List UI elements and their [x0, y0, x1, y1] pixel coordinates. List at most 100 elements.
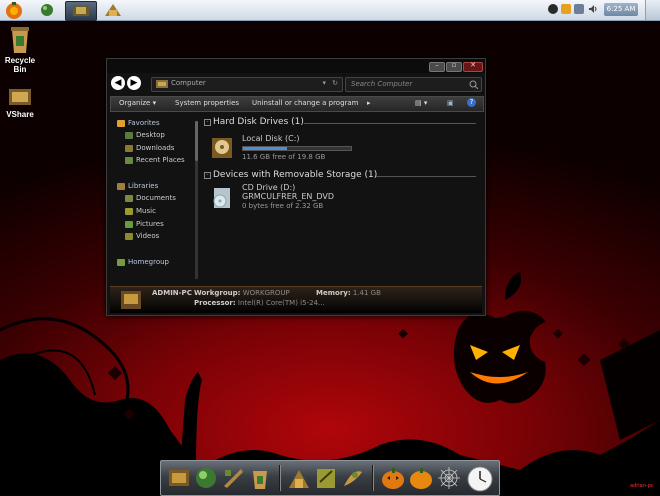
- cd-drive-icon: [213, 188, 230, 208]
- tray-notification-icon[interactable]: [561, 4, 571, 14]
- nav-favorites[interactable]: Favorites: [117, 119, 160, 130]
- computer-name: ADMIN-PC: [152, 289, 192, 297]
- back-button[interactable]: ◀: [111, 76, 125, 90]
- pictures-icon: [125, 220, 133, 228]
- dock-spiderweb-icon[interactable]: [437, 466, 461, 490]
- nav-item-downloads[interactable]: Downloads: [125, 144, 174, 155]
- help-icon[interactable]: ?: [467, 98, 476, 107]
- address-text: Computer: [171, 79, 206, 87]
- dock-paint-icon[interactable]: [341, 466, 365, 490]
- documents-icon: [125, 194, 133, 202]
- dock-recycle-bin-icon[interactable]: [248, 466, 272, 490]
- dock: [160, 460, 500, 496]
- search-icon[interactable]: [469, 80, 478, 89]
- watermark-text: adrian-pc: [630, 483, 654, 489]
- close-button[interactable]: ✕: [463, 61, 483, 72]
- drive-volume-label: GRMCULFRER_EN_DVD: [242, 192, 335, 201]
- workgroup-info: Workgroup: WORKGROUP: [194, 289, 290, 297]
- processor-info: Processor: Intel(R) Core(TM) i5-24...: [194, 299, 325, 307]
- search-placeholder: Search Computer: [351, 80, 413, 88]
- refresh-icon[interactable]: ↻: [332, 79, 338, 87]
- address-bar[interactable]: Computer ▾ ↻: [151, 77, 343, 92]
- nav-item-documents[interactable]: Documents: [125, 194, 176, 205]
- system-properties-button[interactable]: System properties: [175, 99, 239, 107]
- dock-home-icon[interactable]: [287, 466, 311, 490]
- desktop-folder-icon: [125, 131, 133, 139]
- nav-homegroup[interactable]: Homegroup: [117, 258, 169, 269]
- section-removable-storage[interactable]: - Devices with Removable Storage (1): [204, 170, 377, 180]
- drive-free-space: 11.6 GB free of 19.8 GB: [242, 153, 326, 161]
- content-pane: - Hard Disk Drives (1) Local Disk (C:) 1…: [204, 113, 482, 283]
- nav-item-desktop[interactable]: Desktop: [125, 131, 165, 142]
- globe-icon[interactable]: [38, 1, 56, 19]
- maximize-button[interactable]: ▫: [446, 61, 462, 72]
- downloads-folder-icon: [125, 144, 133, 152]
- recycle-bin-icon: [11, 27, 29, 53]
- search-box[interactable]: Search Computer: [345, 77, 482, 92]
- drive-cd-d[interactable]: CD Drive (D:) GRMCULFRER_EN_DVD 0 bytes …: [210, 183, 350, 215]
- preview-pane-icon[interactable]: ▣: [447, 99, 454, 107]
- memory-info: Memory: 1.41 GB: [316, 289, 381, 297]
- dock-clock-icon[interactable]: [467, 466, 493, 492]
- homegroup-icon: [117, 258, 125, 266]
- vshare-icon: [9, 89, 31, 105]
- collapse-icon[interactable]: -: [204, 172, 211, 179]
- view-options-icon[interactable]: ▤ ▾: [415, 99, 427, 107]
- tray-volume-icon[interactable]: [588, 4, 598, 14]
- show-desktop-button[interactable]: [645, 0, 660, 20]
- dock-pumpkin-icon[interactable]: [409, 466, 433, 490]
- tray-network-icon[interactable]: [574, 4, 584, 14]
- explorer-window: – ▫ ✕ ◀ ▶ Computer ▾ ↻ Search Computer O…: [106, 58, 486, 316]
- more-commands-icon[interactable]: ▸: [367, 99, 371, 107]
- section-divider: [376, 176, 476, 177]
- drive-name: Local Disk (C:): [242, 134, 300, 143]
- libraries-icon: [117, 182, 125, 190]
- hard-drive-icon: [212, 138, 232, 158]
- uninstall-program-button[interactable]: Uninstall or change a program: [252, 99, 359, 107]
- star-icon: [117, 119, 125, 127]
- nav-item-music[interactable]: Music: [125, 207, 156, 218]
- section-hard-disk-drives[interactable]: - Hard Disk Drives (1): [204, 117, 304, 127]
- computer-icon: [156, 80, 168, 88]
- forward-button[interactable]: ▶: [127, 76, 141, 90]
- dock-notes-icon[interactable]: [314, 466, 338, 490]
- desktop-icon-vshare[interactable]: VShare: [0, 86, 40, 119]
- nav-item-videos[interactable]: Videos: [125, 232, 159, 243]
- start-button[interactable]: [2, 1, 26, 19]
- navigation-bar: ◀ ▶ Computer ▾ ↻ Search Computer: [107, 73, 485, 95]
- dock-separator: [279, 465, 281, 491]
- computer-large-icon: [121, 291, 141, 309]
- drive-name: CD Drive (D:): [242, 183, 296, 192]
- drive-free-space: 0 bytes free of 2.32 GB: [242, 202, 324, 210]
- folder-app-icon[interactable]: [102, 1, 124, 19]
- nav-libraries[interactable]: Libraries: [117, 182, 158, 193]
- recent-places-icon: [125, 156, 133, 164]
- navigation-scrollbar[interactable]: [195, 121, 198, 279]
- music-icon: [125, 207, 133, 215]
- drive-usage-bar: [242, 146, 352, 151]
- drive-local-disk-c[interactable]: Local Disk (C:) 11.6 GB free of 19.8 GB: [210, 134, 352, 166]
- desktop-icon-recycle-bin[interactable]: Recycle Bin: [0, 24, 40, 74]
- tray-record-icon[interactable]: [548, 4, 558, 14]
- minimize-button[interactable]: –: [429, 61, 445, 72]
- top-taskbar: 6:25 AM: [0, 0, 660, 21]
- nav-item-recent-places[interactable]: Recent Places: [125, 156, 185, 167]
- desktop-icon-label: Recycle Bin: [4, 56, 36, 74]
- dock-pumpkin-icon[interactable]: [381, 466, 405, 490]
- nav-item-pictures[interactable]: Pictures: [125, 220, 164, 231]
- scrollbar-thumb[interactable]: [195, 121, 198, 161]
- collapse-icon[interactable]: -: [204, 119, 211, 126]
- dock-globe-icon[interactable]: [194, 466, 218, 490]
- dock-separator: [372, 465, 374, 491]
- dock-tools-icon[interactable]: [221, 466, 245, 490]
- clock[interactable]: 6:25 AM: [604, 3, 638, 16]
- taskbar-explorer-button[interactable]: [65, 1, 97, 21]
- details-pane: ADMIN-PC Workgroup: WORKGROUP Memory: 1.…: [110, 286, 482, 313]
- organize-button[interactable]: Organize ▾: [119, 99, 156, 107]
- section-divider: [304, 123, 476, 124]
- window-titlebar[interactable]: – ▫ ✕: [107, 59, 485, 73]
- dock-computer-icon[interactable]: [167, 466, 191, 490]
- desktop-icon-label: VShare: [6, 110, 34, 119]
- command-bar: Organize ▾ System properties Uninstall o…: [110, 96, 484, 112]
- address-dropdown-icon[interactable]: ▾: [322, 79, 326, 87]
